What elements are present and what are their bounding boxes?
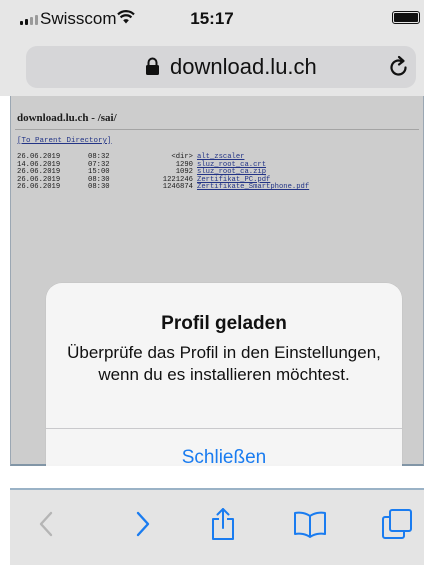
- clock: 15:17: [190, 9, 234, 28]
- bookmarks-icon: [294, 511, 326, 538]
- bottom-toolbar: [10, 488, 424, 565]
- battery-icon: [392, 11, 420, 24]
- url-domain: download.lu.ch: [170, 54, 317, 79]
- spacer: [0, 466, 424, 488]
- back-icon: [39, 511, 53, 537]
- alert-message: Überprüfe das Profil in den Einstellunge…: [67, 343, 381, 384]
- forward-icon: [136, 511, 150, 537]
- status-bar: Swisscom 15:17: [0, 0, 424, 34]
- address-bar-area: download.lu.ch: [0, 34, 424, 96]
- alert-title: Profil geladen: [161, 313, 287, 334]
- share-icon: [212, 508, 234, 540]
- share-button[interactable]: [203, 504, 243, 544]
- back-button[interactable]: [26, 504, 66, 544]
- tabs-button[interactable]: [377, 504, 417, 544]
- profile-loaded-alert: Profil geladen Überprüfe das Profil in d…: [46, 283, 402, 486]
- reload-icon[interactable]: [388, 55, 410, 79]
- forward-button[interactable]: [123, 504, 163, 544]
- tabs-icon: [382, 509, 412, 539]
- lock-icon: [146, 57, 159, 75]
- address-bar[interactable]: download.lu.ch: [26, 46, 416, 88]
- bookmarks-button[interactable]: [290, 504, 330, 544]
